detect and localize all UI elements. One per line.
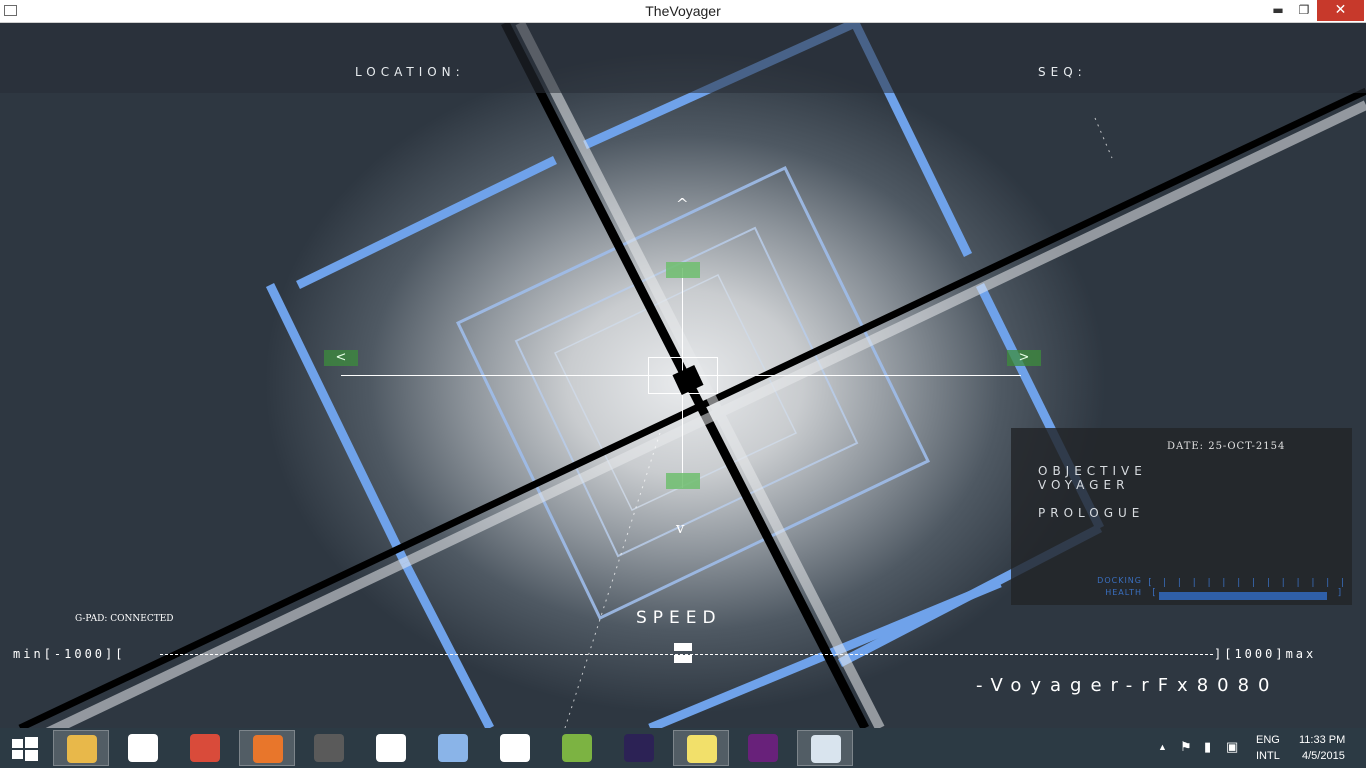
taskbar-app-sublime[interactable] xyxy=(301,730,357,766)
minimize-button[interactable]: ▬ xyxy=(1264,0,1292,21)
mission-date: DATE: 25-OCT-2154 xyxy=(1167,441,1286,452)
taskbar-app-chrome[interactable] xyxy=(177,730,233,766)
chapter-name: PROLOGUE xyxy=(1038,506,1145,520)
firefox-icon xyxy=(253,735,283,763)
debris-trail xyxy=(1094,117,1113,159)
unity-icon xyxy=(500,734,530,762)
title-bar: TheVoyager ▬ ❐ ✕ xyxy=(0,0,1366,23)
health-label: HEALTH xyxy=(1105,588,1142,597)
speed-min-label: min[-1000][ xyxy=(13,647,126,661)
sticky-notes-icon xyxy=(687,735,717,763)
brand-label: -Voyager-rFx8080 xyxy=(976,675,1279,696)
taskbar-app-file-explorer[interactable] xyxy=(53,730,109,766)
nav-up-button[interactable] xyxy=(666,262,700,278)
clock-date[interactable]: 4/5/2015 xyxy=(1302,750,1345,762)
maximize-button[interactable]: ❐ xyxy=(1290,0,1318,21)
chrome-icon xyxy=(190,734,220,762)
taskbar-app-unity[interactable] xyxy=(487,730,543,766)
beam-glow xyxy=(45,100,1366,728)
nav-down-arrow[interactable]: v xyxy=(676,519,684,537)
docking-label: DOCKING xyxy=(1097,576,1142,585)
language-code[interactable]: ENG xyxy=(1256,734,1280,746)
file-explorer-icon xyxy=(67,735,97,763)
voyager-window-icon xyxy=(811,735,841,763)
frame-edge xyxy=(296,155,557,290)
gpad-status: G-PAD: CONNECTED xyxy=(75,614,174,624)
apps-grid-icon xyxy=(376,734,406,762)
objective-panel: DATE: 25-OCT-2154 OBJECTIVE VOYAGER PROL… xyxy=(1011,428,1352,605)
window-title: TheVoyager xyxy=(645,3,721,19)
game-viewport[interactable]: LOCATION: SEQ: ^ v < > DATE: 25-OCT-2154… xyxy=(0,23,1366,728)
taskbar-app-hp[interactable] xyxy=(115,730,171,766)
health-bracket-open: [ xyxy=(1151,588,1157,598)
taskbar-app-apps-grid[interactable] xyxy=(363,730,419,766)
taskbar-app-sticky-notes[interactable] xyxy=(673,730,729,766)
frame-edge xyxy=(400,560,495,728)
taskbar-app-eclipse[interactable] xyxy=(611,730,667,766)
frame-edge xyxy=(265,283,410,565)
nav-left-button[interactable]: < xyxy=(324,350,358,366)
action-center-flag-icon[interactable]: ⚑ xyxy=(1180,739,1192,755)
nav-down-button[interactable] xyxy=(666,473,700,489)
paint-icon xyxy=(438,734,468,762)
visual-studio-icon xyxy=(748,734,778,762)
speed-label: SPEED xyxy=(636,608,722,628)
taskbar-app-visual-studio[interactable] xyxy=(735,730,791,766)
system-tray: ▲ ⚑ ▮ ▣ ENG INTL 11:33 PM 4/5/2015 xyxy=(1150,728,1366,768)
taskbar-app-android-studio[interactable] xyxy=(549,730,605,766)
hud-top-band xyxy=(0,23,1366,93)
speed-max-label: ][1000]max xyxy=(1214,647,1317,661)
docking-meter: [ | | | | | | | | | | | | | | | ] xyxy=(1147,578,1343,588)
location-label: LOCATION: xyxy=(355,65,465,79)
android-studio-icon xyxy=(562,734,592,762)
taskbar: ▲ ⚑ ▮ ▣ ENG INTL 11:33 PM 4/5/2015 xyxy=(0,728,1366,768)
network-icon[interactable]: ▣ xyxy=(1226,739,1238,755)
nav-up-arrow[interactable]: ^ xyxy=(676,195,689,213)
health-bar xyxy=(1159,592,1327,600)
eclipse-icon xyxy=(624,734,654,762)
taskbar-app-voyager-window[interactable] xyxy=(797,730,853,766)
power-icon[interactable]: ▮ xyxy=(1204,739,1211,755)
objective-heading: OBJECTIVE xyxy=(1038,464,1147,478)
speed-slider-handle[interactable] xyxy=(674,643,692,665)
sublime-icon xyxy=(314,734,344,762)
keyboard-layout[interactable]: INTL xyxy=(1256,750,1280,762)
taskbar-app-firefox[interactable] xyxy=(239,730,295,766)
start-button[interactable] xyxy=(8,736,40,762)
beam xyxy=(18,87,1366,728)
nav-right-button[interactable]: > xyxy=(1007,350,1041,366)
taskbar-app-paint[interactable] xyxy=(425,730,481,766)
objective-name: VOYAGER xyxy=(1038,478,1130,492)
hp-icon xyxy=(128,734,158,762)
seq-label: SEQ: xyxy=(1038,65,1087,79)
close-button[interactable]: ✕ xyxy=(1317,0,1364,21)
health-bracket-close: ] xyxy=(1337,588,1343,598)
windows-logo-icon xyxy=(12,739,23,748)
show-hidden-icons-icon[interactable]: ▲ xyxy=(1158,742,1167,752)
clock-time[interactable]: 11:33 PM xyxy=(1299,734,1345,746)
